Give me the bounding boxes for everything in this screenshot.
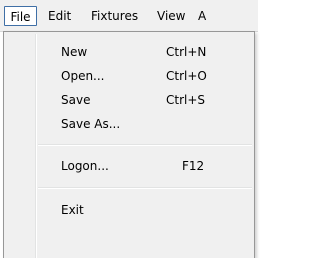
menu-item-label: Save: [61, 93, 91, 107]
menu-item-label: New: [61, 45, 88, 59]
menu-item-save[interactable]: Save Ctrl+S: [6, 89, 252, 111]
menu-view[interactable]: View: [157, 7, 185, 25]
menu-item-shortcut: Ctrl+O: [166, 69, 207, 83]
menu-item-new[interactable]: New Ctrl+N: [6, 41, 252, 63]
menu-item-logon[interactable]: Logon... F12: [6, 155, 252, 177]
file-dropdown-menu: New Ctrl+N Open... Ctrl+O Save Ctrl+S Sa…: [3, 31, 255, 258]
menu-item-shortcut: Ctrl+S: [166, 93, 206, 107]
menu-item-shortcut: Ctrl+N: [166, 45, 207, 59]
menu-truncated[interactable]: A: [198, 7, 206, 25]
menu-file[interactable]: File: [4, 6, 37, 26]
menu-separator: [38, 187, 252, 189]
menu-fixtures[interactable]: Fixtures: [91, 7, 138, 25]
menu-item-exit[interactable]: Exit: [6, 199, 252, 221]
menu-item-save-as[interactable]: Save As...: [6, 113, 252, 135]
menu-edit[interactable]: Edit: [48, 7, 71, 25]
menu-item-open[interactable]: Open... Ctrl+O: [6, 65, 252, 87]
menu-item-label: Logon...: [61, 159, 109, 173]
menu-item-label: Exit: [61, 203, 84, 217]
menu-item-label: Save As...: [61, 117, 121, 131]
menu-item-label: Open...: [61, 69, 105, 83]
menu-bar: File Edit Fixtures View A: [0, 0, 258, 32]
menu-item-shortcut: F12: [182, 159, 205, 173]
menu-separator: [38, 144, 252, 146]
